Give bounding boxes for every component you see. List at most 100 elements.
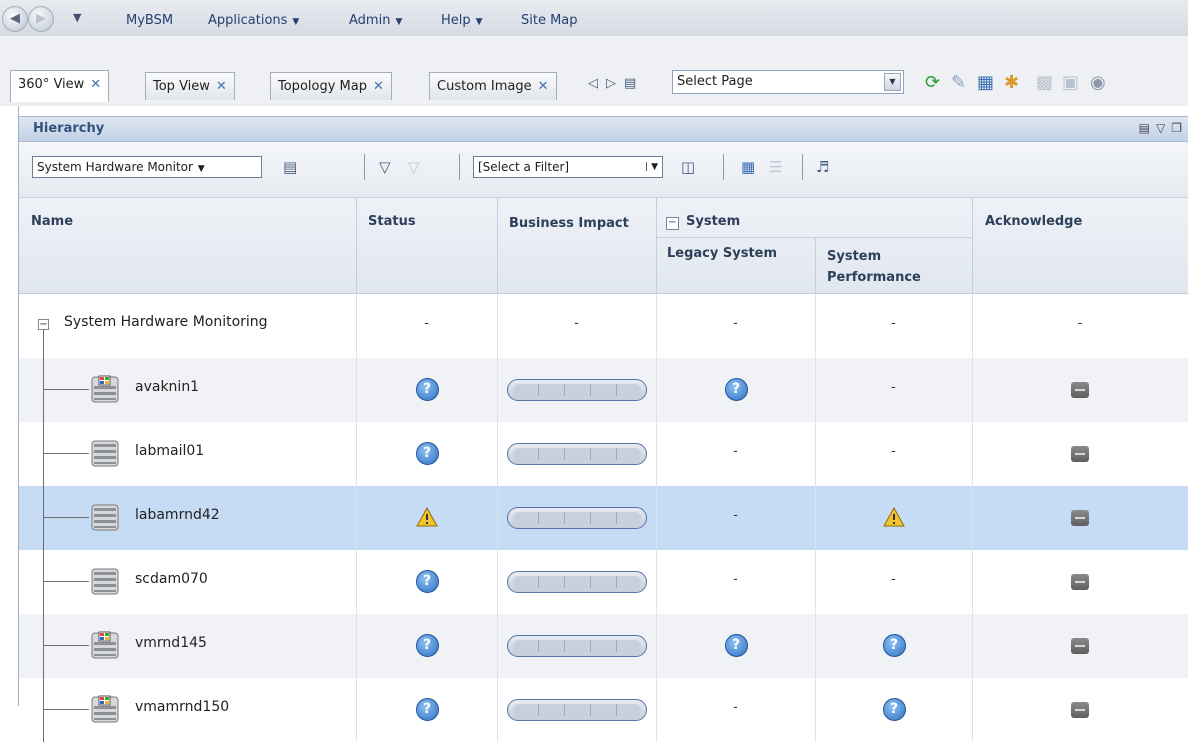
help-icon[interactable]: ? <box>415 634 439 657</box>
business-impact-bar[interactable] <box>507 571 647 593</box>
close-icon[interactable]: ✕ <box>538 79 549 94</box>
view-options-icon[interactable]: ▤ <box>283 158 297 176</box>
acknowledge-icon[interactable] <box>1071 446 1089 462</box>
warning-icon[interactable] <box>882 506 905 528</box>
scroll-tabs-left-icon[interactable]: ◁ <box>588 76 598 91</box>
business-impact-bar[interactable] <box>507 443 647 465</box>
tree-line <box>43 453 89 454</box>
cell-divider <box>656 614 657 678</box>
forward-arrow-icon[interactable]: ▶ <box>28 6 54 32</box>
table-row[interactable]: scdam070? - - <box>19 550 1188 614</box>
list-view-icon[interactable]: ☰ <box>769 158 782 176</box>
acknowledge-icon[interactable] <box>1071 574 1089 590</box>
table-row[interactable]: labmail01? - - <box>19 422 1188 486</box>
table-row[interactable]: labamrnd42 - <box>19 486 1188 550</box>
clear-filter-icon[interactable]: ▽ <box>408 158 420 176</box>
chevron-down-icon[interactable]: ▼ <box>884 73 901 91</box>
settings-icon[interactable]: ◉ <box>1090 72 1106 94</box>
business-impact-bar[interactable] <box>507 635 647 657</box>
column-header-status[interactable]: Status <box>368 214 416 229</box>
edit-page-icon[interactable]: ✎ <box>951 72 966 94</box>
new-page-icon[interactable]: ✱ <box>1004 72 1019 94</box>
refresh-icon[interactable]: ⟳ <box>925 72 940 94</box>
row-name[interactable]: labamrnd42 <box>135 507 220 523</box>
help-icon[interactable]: ? <box>415 698 439 721</box>
help-icon[interactable]: ? <box>882 634 906 657</box>
tree-line <box>43 550 44 614</box>
collapse-icon[interactable]: − <box>666 217 679 230</box>
row-name[interactable]: labmail01 <box>135 443 204 459</box>
toolbar-separator <box>364 154 365 180</box>
cell-divider <box>497 550 498 614</box>
image-icon[interactable]: ▣ <box>1062 72 1079 94</box>
tab-top-view[interactable]: Top View ✕ <box>145 72 235 100</box>
table-row[interactable]: vmamrnd150? -? <box>19 678 1188 742</box>
page-list-icon[interactable]: ▤ <box>624 76 636 91</box>
share-icon[interactable]: ▩ <box>1036 72 1053 94</box>
business-impact-bar[interactable] <box>507 699 647 721</box>
collapse-icon[interactable]: − <box>38 319 49 330</box>
menu-mybsm[interactable]: MyBSM <box>126 13 173 28</box>
history-dropdown-icon[interactable]: ▼ <box>73 11 81 24</box>
view-select-dropdown[interactable]: System Hardware Monitor ▼ <box>32 156 262 178</box>
acknowledge-icon[interactable] <box>1071 382 1089 398</box>
help-icon[interactable]: ? <box>724 634 748 657</box>
tab-custom-image[interactable]: Custom Image ✕ <box>429 72 557 100</box>
column-header-name[interactable]: Name <box>31 214 73 229</box>
hierarchy-panel-header: Hierarchy ▤▽❐ <box>19 116 1188 142</box>
help-icon[interactable]: ? <box>415 570 439 593</box>
help-icon[interactable]: ? <box>724 378 748 401</box>
acknowledge-icon[interactable] <box>1071 702 1089 718</box>
column-header-acknowledge[interactable]: Acknowledge <box>985 214 1082 229</box>
row-name[interactable]: System Hardware Monitoring <box>64 314 268 330</box>
chevron-down-icon: ▼ <box>292 17 300 27</box>
row-name[interactable]: vmrnd145 <box>135 635 207 651</box>
column-header-system[interactable]: − System <box>666 214 740 230</box>
filter-settings-icon[interactable]: ◫ <box>681 158 695 176</box>
server-icon <box>89 501 121 533</box>
chevron-down-icon: ▼ <box>395 17 403 27</box>
back-arrow-icon[interactable]: ◀ <box>2 6 28 32</box>
column-header-system-performance[interactable]: System Performance <box>827 246 957 288</box>
column-header-legacy-system[interactable]: Legacy System <box>667 246 777 261</box>
menu-site-map[interactable]: Site Map <box>521 13 578 28</box>
warning-icon[interactable] <box>415 506 438 528</box>
cell-divider <box>356 550 357 614</box>
close-icon[interactable]: ✕ <box>373 79 384 94</box>
restore-window-icon[interactable]: ❐ <box>1171 121 1188 135</box>
tab-topology-map[interactable]: Topology Map ✕ <box>270 72 392 100</box>
scroll-tabs-right-icon[interactable]: ▷ <box>606 76 616 91</box>
select-page-dropdown[interactable]: Select Page ▼ <box>672 70 904 94</box>
legacy-system-dash: - <box>733 316 738 331</box>
help-icon[interactable]: ? <box>882 698 906 721</box>
row-name[interactable]: scdam070 <box>135 571 208 587</box>
menu-admin[interactable]: Admin ▼ <box>349 13 402 28</box>
status-dash: - <box>424 316 429 331</box>
acknowledge-icon[interactable] <box>1071 510 1089 526</box>
column-header-business-impact[interactable]: Business Impact <box>509 214 629 234</box>
panel-title: Hierarchy <box>33 121 105 136</box>
menu-help[interactable]: Help ▼ <box>441 13 483 28</box>
speaker-icon[interactable]: ♬ <box>816 158 829 176</box>
row-name[interactable]: avaknin1 <box>135 379 199 395</box>
acknowledge-icon[interactable] <box>1071 638 1089 654</box>
layout-icon[interactable]: ▦ <box>977 72 994 94</box>
business-impact-bar[interactable] <box>507 507 647 529</box>
close-icon[interactable]: ✕ <box>216 79 227 94</box>
filter-icon[interactable]: ▽ <box>379 158 391 176</box>
system-performance-dash: - <box>891 316 896 331</box>
filter-icon[interactable]: ▽ <box>1156 121 1171 135</box>
tab-360-view[interactable]: 360° View ✕ <box>10 70 110 102</box>
help-icon[interactable]: ? <box>415 378 439 401</box>
row-name[interactable]: vmamrnd150 <box>135 699 229 715</box>
help-icon[interactable]: ? <box>415 442 439 465</box>
filter-select-dropdown[interactable]: [Select a Filter] | ▼ <box>473 156 663 178</box>
page-icon[interactable]: ▤ <box>1139 121 1156 135</box>
tree-root-row[interactable]: − System Hardware Monitoring - - - - - <box>19 294 1188 358</box>
menu-applications[interactable]: Applications ▼ <box>208 13 299 28</box>
business-impact-bar[interactable] <box>507 379 647 401</box>
table-row[interactable]: avaknin1?? - <box>19 358 1188 422</box>
table-row[interactable]: vmrnd145??? <box>19 614 1188 678</box>
tree-view-icon[interactable]: ▦ <box>741 158 755 176</box>
close-icon[interactable]: ✕ <box>90 77 101 92</box>
